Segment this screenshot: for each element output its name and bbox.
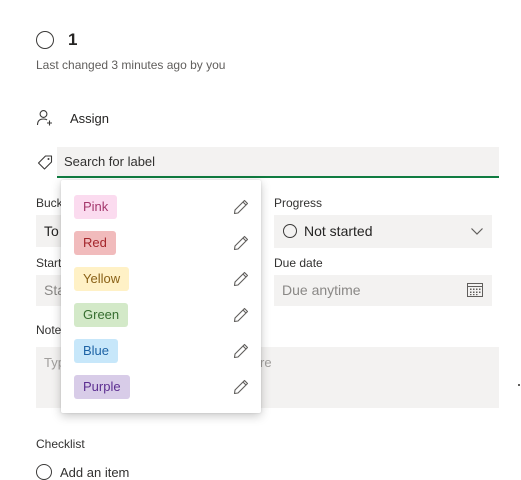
- divider-dot: [518, 384, 520, 386]
- chevron-down-icon: [471, 228, 483, 235]
- label-option-green[interactable]: Green: [61, 299, 261, 335]
- bucket-label: Buck: [36, 196, 63, 210]
- label-dropdown: Pink Red Yellow Green Blue Purple: [61, 180, 261, 413]
- label-option-pink[interactable]: Pink: [61, 191, 261, 227]
- edit-label-icon[interactable]: [232, 270, 250, 288]
- label-option-purple[interactable]: Purple: [61, 371, 261, 407]
- complete-task-checkbox[interactable]: [36, 31, 54, 49]
- assign-button[interactable]: Assign: [70, 111, 109, 126]
- task-title[interactable]: 1: [68, 30, 77, 50]
- edit-label-icon[interactable]: [232, 342, 250, 360]
- label-chip[interactable]: Red: [74, 231, 116, 255]
- label-chip[interactable]: Purple: [74, 375, 130, 399]
- not-started-icon: [283, 224, 297, 238]
- label-search-input[interactable]: [57, 147, 499, 178]
- progress-label: Progress: [274, 196, 323, 210]
- label-option-yellow[interactable]: Yellow: [61, 263, 261, 299]
- label-option-blue[interactable]: Blue: [61, 335, 261, 371]
- notes-label: Note: [36, 323, 62, 337]
- label-chip[interactable]: Blue: [74, 339, 119, 363]
- calendar-icon[interactable]: [466, 281, 484, 299]
- notes-placeholder-end: re: [260, 355, 272, 370]
- label-chip[interactable]: Pink: [74, 195, 118, 219]
- label-chip[interactable]: Yellow: [74, 267, 130, 291]
- due-date-label: Due date: [274, 256, 323, 270]
- start-date-label: Start: [36, 256, 62, 270]
- edit-label-icon[interactable]: [232, 378, 250, 396]
- last-changed-text: Last changed 3 minutes ago by you: [36, 58, 226, 72]
- add-item-icon: [36, 464, 52, 480]
- edit-label-icon[interactable]: [232, 234, 250, 252]
- bucket-value: To: [44, 223, 59, 239]
- person-add-icon[interactable]: [36, 109, 54, 127]
- label-option-red[interactable]: Red: [61, 227, 261, 263]
- edit-label-icon[interactable]: [232, 198, 250, 216]
- due-date-placeholder: Due anytime: [282, 282, 361, 298]
- tag-icon: [37, 155, 53, 170]
- add-checklist-item[interactable]: Add an item: [60, 465, 129, 480]
- edit-label-icon[interactable]: [232, 306, 250, 324]
- progress-value: Not started: [304, 223, 373, 239]
- label-chip[interactable]: Green: [74, 303, 129, 327]
- checklist-label: Checklist: [36, 437, 85, 451]
